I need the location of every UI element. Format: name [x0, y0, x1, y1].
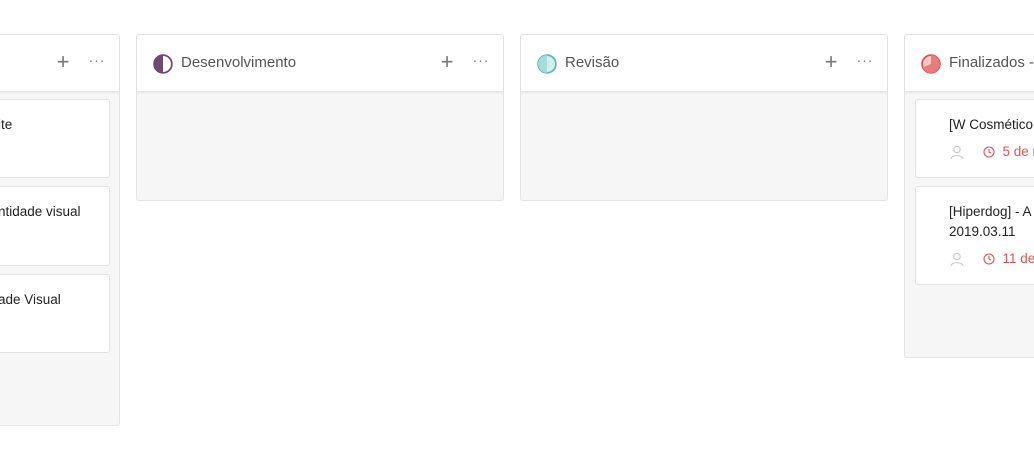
task-card-title: [Hiperdog] - A 2019.03.11 [949, 204, 1032, 239]
task-card-title: ntidade visual [0, 204, 81, 219]
column-partial-left: + ··· ite ntidade visual ade Visual [0, 34, 120, 426]
column-title: Revisão [565, 54, 620, 71]
task-card[interactable]: ade Visual [0, 274, 110, 353]
task-card-title: ite [0, 117, 13, 132]
column-menu-button[interactable]: ··· [854, 49, 876, 75]
more-horizontal-icon: ··· [856, 52, 874, 68]
column-header: Finalizados - [905, 35, 1034, 92]
task-card[interactable]: [Hiperdog] - A 2019.03.11 11 de [915, 186, 1034, 285]
status-pie-icon [921, 54, 941, 74]
column-title: Desenvolvimento [181, 54, 297, 71]
task-card-title: [W Cosmético [949, 117, 1034, 132]
task-card-meta: 11 de [949, 251, 1034, 269]
status-half-icon [153, 54, 173, 74]
task-card-meta: 5 de m [949, 144, 1034, 162]
status-half-icon [537, 54, 557, 74]
task-card[interactable]: [W Cosmético 5 de m [915, 99, 1034, 178]
plus-icon: + [56, 49, 70, 74]
user-icon[interactable] [949, 144, 965, 160]
due-date: 11 de [1002, 251, 1034, 266]
column-finalizados: Finalizados - [W Cosmético 5 de m [Hiper… [904, 34, 1034, 358]
clock-icon [983, 146, 995, 158]
more-horizontal-icon: ··· [472, 52, 490, 68]
column-header: + ··· [0, 35, 119, 92]
user-icon[interactable] [949, 251, 965, 267]
plus-icon: + [824, 49, 838, 74]
column-menu-button[interactable]: ··· [86, 49, 108, 75]
column-menu-button[interactable]: ··· [470, 49, 492, 75]
task-card[interactable]: ntidade visual [0, 186, 110, 266]
column-title: Finalizados - [949, 54, 1034, 71]
column-desenvolvimento: Desenvolvimento + ··· [136, 34, 504, 201]
column-revisao: Revisão + ··· [520, 34, 888, 201]
add-card-button[interactable]: + [820, 49, 842, 75]
plus-icon: + [440, 49, 454, 74]
clock-icon [983, 253, 995, 265]
task-card-title: ade Visual [0, 292, 61, 307]
due-date: 5 de m [1002, 144, 1034, 159]
column-header: Desenvolvimento + ··· [137, 35, 503, 92]
more-horizontal-icon: ··· [88, 52, 106, 68]
column-header: Revisão + ··· [521, 35, 887, 92]
task-card[interactable]: ite [0, 99, 110, 178]
add-card-button[interactable]: + [52, 49, 74, 75]
add-card-button[interactable]: + [436, 49, 458, 75]
